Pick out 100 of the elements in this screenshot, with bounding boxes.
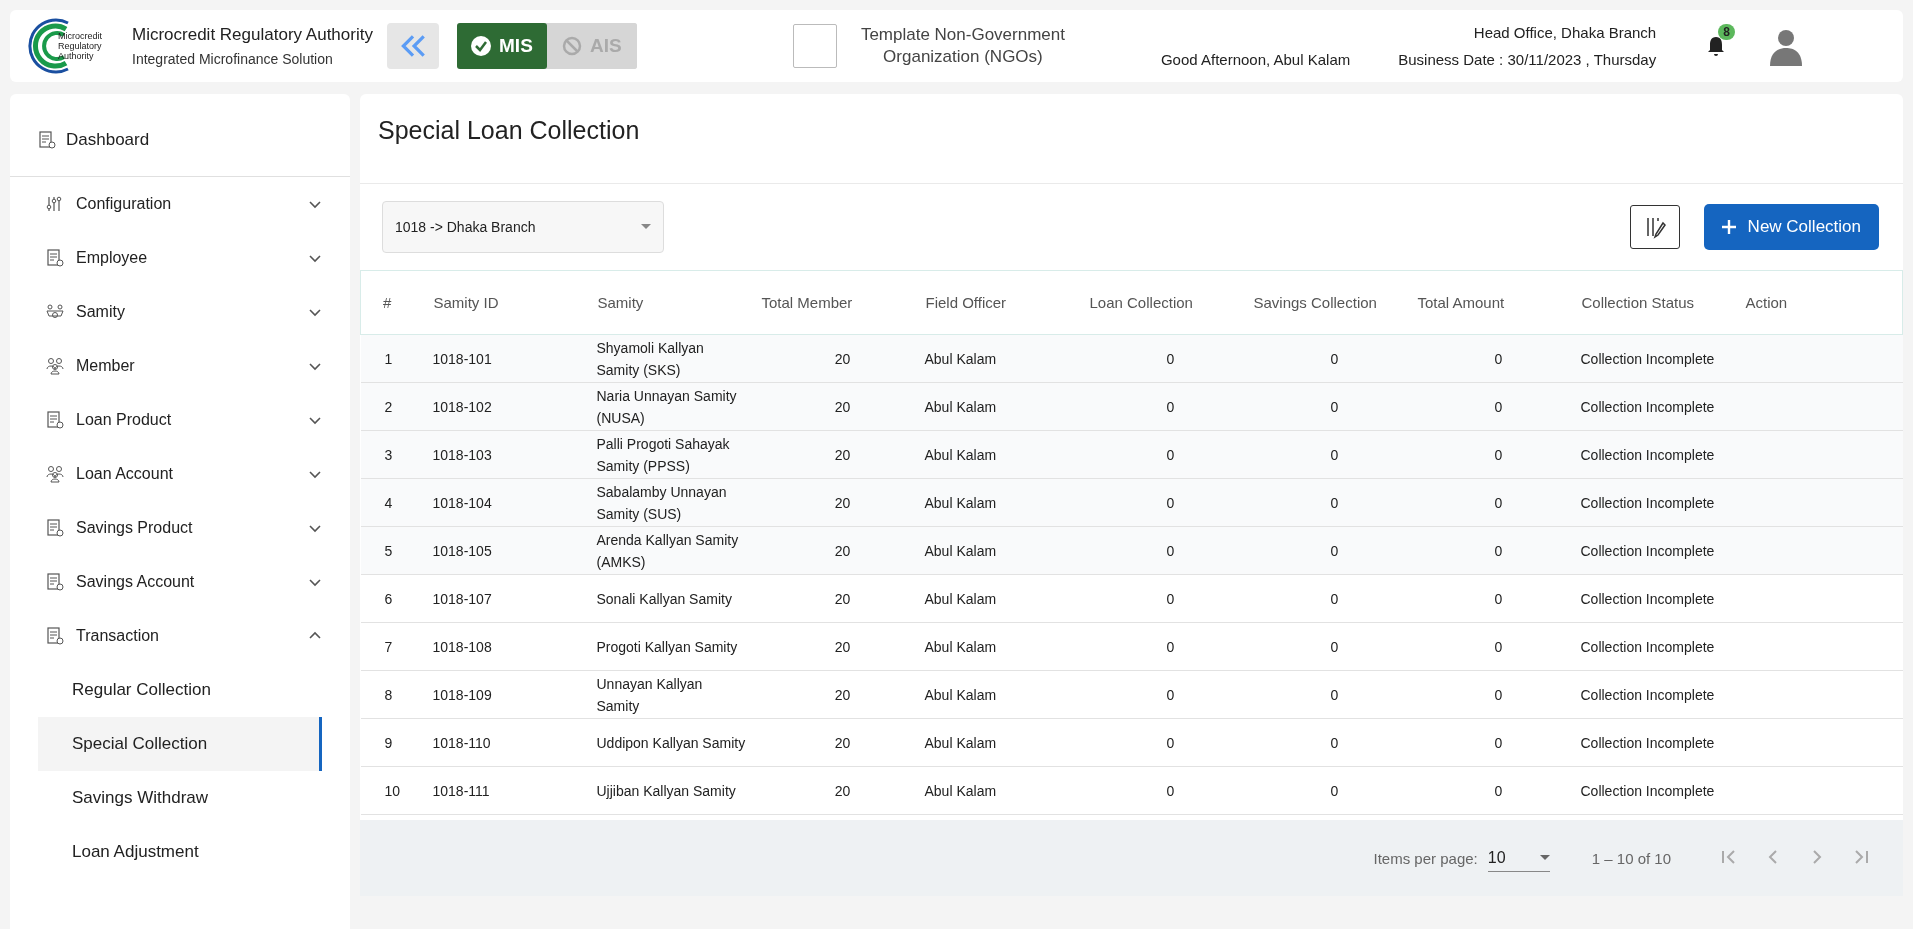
table-cell: 0: [1252, 718, 1417, 767]
table-cell: 0: [1416, 478, 1581, 527]
table-cell: 0: [1416, 622, 1581, 671]
table-cell: Collection Incomplete: [1580, 382, 1745, 431]
sidebar-item[interactable]: Samity: [10, 285, 350, 339]
table-cell: 20: [760, 622, 925, 671]
table-cell: Abul Kalam: [924, 526, 1089, 575]
table-cell: 0: [1252, 574, 1417, 623]
table-cell: Collection Incomplete: [1580, 334, 1745, 383]
table-cell: 0: [1088, 334, 1253, 383]
table-cell: Abul Kalam: [924, 766, 1089, 815]
table-cell: Collection Incomplete: [1580, 622, 1745, 671]
table-cell: 0: [1088, 718, 1253, 767]
table-cell: 0: [1252, 622, 1417, 671]
table-cell: 1018-107: [432, 574, 597, 623]
submenu-item[interactable]: Loan Adjustment: [38, 825, 322, 879]
sidebar-item[interactable]: Loan Product: [10, 393, 350, 447]
dropdown-arrow-icon: [641, 224, 651, 230]
column-header: Savings Collection: [1252, 270, 1417, 335]
table-cell: 0: [1252, 670, 1417, 719]
submenu-item[interactable]: Savings Withdraw: [38, 771, 322, 825]
table-cell: Uddipon Kallyan Samity: [596, 718, 761, 767]
collapse-sidebar-button[interactable]: [386, 23, 439, 69]
table-cell: 20: [760, 574, 925, 623]
table-cell: 20: [760, 430, 925, 479]
table-cell: 3: [360, 430, 433, 479]
document-icon: [46, 627, 64, 645]
table-cell: Collection Incomplete: [1580, 526, 1745, 575]
column-header: Total Amount: [1416, 270, 1581, 335]
ngo-name: Template Non-Government Organization (NGOs): [859, 24, 1066, 68]
table-cell: 0: [1416, 382, 1581, 431]
table-cell: 0: [1088, 766, 1253, 815]
sidebar-item[interactable]: Member: [10, 339, 350, 393]
module-toggle[interactable]: MIS: [456, 23, 547, 69]
table-cell: 1018-102: [432, 382, 597, 431]
edit-columns-button[interactable]: [1629, 205, 1680, 249]
table-cell: 0: [1252, 430, 1417, 479]
table-cell: Sabalamby Unnayan Samity (SUS): [596, 478, 761, 527]
table-cell: 1018-103: [432, 430, 597, 479]
table-cell: 0: [1416, 766, 1581, 815]
table-cell: 20: [760, 478, 925, 527]
column-header: Samity: [596, 270, 761, 335]
broken-image-icon: [792, 24, 837, 68]
table-cell: 10: [360, 766, 433, 815]
table-cell: Abul Kalam: [924, 670, 1089, 719]
table-cell: 0: [1416, 334, 1581, 383]
table-cell: Collection Incomplete: [1580, 766, 1745, 815]
table-cell: 0: [1416, 718, 1581, 767]
table-cell: Collection Incomplete: [1580, 718, 1745, 767]
table-cell: 0: [1416, 574, 1581, 623]
logo-text: Microcredit Regulatory Authority: [58, 31, 103, 61]
table-cell: 0: [1252, 526, 1417, 575]
organization-name: Microcredit Regulatory Authority: [132, 25, 373, 45]
table-cell: 2: [360, 382, 433, 431]
table-cell: 6: [360, 574, 433, 623]
new-collection-button[interactable]: New Collection: [1703, 204, 1879, 250]
table-cell: Unnayan Kallyan Samity: [596, 670, 761, 719]
document-icon: [46, 411, 64, 429]
document-icon: [46, 573, 64, 591]
people-icon: [46, 465, 64, 483]
blocked-icon: [562, 36, 583, 56]
table-cell: 20: [760, 670, 925, 719]
table-cell: 0: [1088, 670, 1253, 719]
table-cell: Abul Kalam: [924, 574, 1089, 623]
table-cell: Abul Kalam: [924, 382, 1089, 431]
table-cell: 0: [1088, 622, 1253, 671]
table-cell: Abul Kalam: [924, 718, 1089, 767]
sidebar-item[interactable]: Configuration: [10, 177, 350, 231]
sidebar-item[interactable]: Savings Account: [10, 555, 350, 609]
submenu-item[interactable]: Regular Collection: [38, 663, 322, 717]
people-icon: [46, 357, 64, 375]
table-cell: Arenda Kallyan Samity (AMKS): [596, 526, 761, 575]
items-per-page-label: Items per page:: [1373, 849, 1478, 867]
table-cell: Collection Incomplete: [1580, 574, 1745, 623]
organization-subtitle: Integrated Microfinance Solution: [132, 51, 334, 67]
table-cell: Abul Kalam: [924, 430, 1089, 479]
submenu-item[interactable]: Special Collection: [38, 717, 322, 771]
sidebar-item[interactable]: Transaction: [10, 609, 350, 663]
sidebar-item[interactable]: Savings Product: [10, 501, 350, 555]
sidebar-item[interactable]: Employee: [10, 231, 350, 285]
table-cell: 7: [360, 622, 433, 671]
page-title: Special Loan Collection: [360, 94, 1903, 184]
table-cell: 0: [1252, 478, 1417, 527]
table-cell: Naria Unnayan Samity (NUSA): [596, 382, 761, 431]
branch-select[interactable]: 1018 -> Dhaka Branch: [382, 201, 664, 253]
table-cell: 20: [760, 382, 925, 431]
page-size-select[interactable]: 10: [1487, 844, 1550, 872]
table-cell: 1018-111: [432, 766, 597, 815]
plus-icon: [1721, 220, 1736, 234]
table-cell: 20: [760, 334, 925, 383]
sidebar-item[interactable]: Dashboard: [10, 104, 350, 177]
table-cell: Progoti Kallyan Samity: [596, 622, 761, 671]
table-cell: Palli Progoti Sahayak Samity (PPSS): [596, 430, 761, 479]
table-cell: 0: [1416, 670, 1581, 719]
document-icon: [46, 249, 64, 267]
sidebar-item[interactable]: Loan Account: [10, 447, 350, 501]
column-header: Action: [1744, 270, 1903, 335]
table-cell: 0: [1252, 382, 1417, 431]
table-cell: 0: [1088, 574, 1253, 623]
column-header: Loan Collection: [1088, 270, 1253, 335]
